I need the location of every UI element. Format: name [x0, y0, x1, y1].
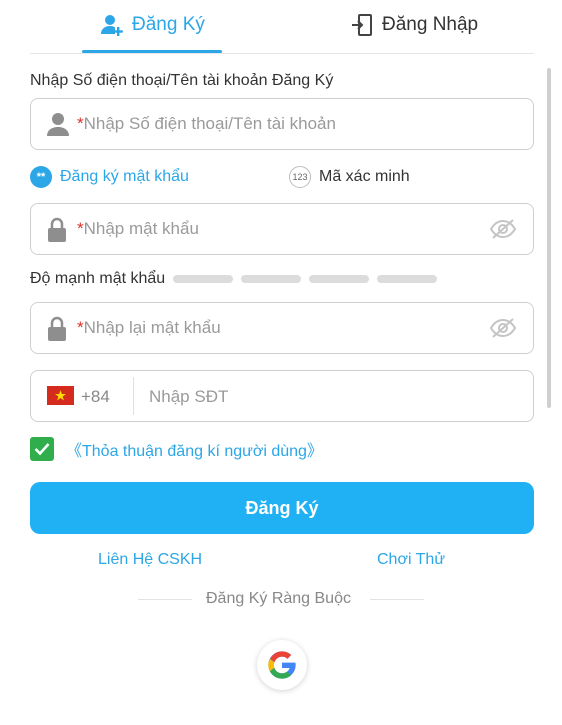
tab-login-label: Đăng Nhập	[382, 14, 479, 35]
radio-password-mode[interactable]: ** Đăng ký mật khẩu	[30, 166, 189, 188]
account-input[interactable]: *Nhập Số điện thoại/Tên tài khoản	[77, 114, 336, 134]
password-strength: Độ mạnh mật khẩu	[30, 269, 445, 289]
check-icon	[34, 443, 50, 456]
auth-tabs: Đăng Ký Đăng Nhập	[30, 0, 534, 54]
divider-left	[138, 599, 192, 600]
confirm-password-field[interactable]: *Nhập lại mật khẩu	[30, 302, 534, 354]
register-mode: ** Đăng ký mật khẩu 123 Mã xác minh	[30, 166, 534, 190]
tab-register[interactable]: Đăng Ký	[100, 8, 205, 42]
add-user-icon	[100, 13, 124, 37]
confirm-password-input[interactable]: *Nhập lại mật khẩu	[77, 318, 221, 338]
phone-input[interactable]: Nhập SĐT	[149, 387, 228, 407]
active-tab-indicator	[82, 50, 222, 53]
google-login-button[interactable]	[257, 640, 307, 690]
password-mode-icon: **	[30, 166, 52, 188]
strength-segment	[309, 275, 370, 283]
eye-off-icon[interactable]	[489, 218, 517, 240]
divider-right	[370, 599, 424, 600]
password-field[interactable]: *Nhập mật khẩu	[30, 203, 534, 255]
google-icon	[268, 651, 296, 679]
eye-off-icon[interactable]	[489, 317, 517, 339]
strength-segment	[241, 275, 302, 283]
lock-icon	[47, 217, 69, 243]
user-agreement-link[interactable]: 《Thỏa thuận đăng kí người dùng》	[66, 437, 323, 461]
register-button[interactable]: Đăng Ký	[30, 482, 534, 534]
bind-register-label: Đăng Ký Ràng Buộc	[206, 590, 351, 607]
agreement-row: 《Thỏa thuận đăng kí người dùng》	[30, 437, 323, 461]
radio-code-mode[interactable]: 123 Mã xác minh	[289, 166, 410, 188]
strength-segment	[377, 275, 438, 283]
account-label: Nhập Số điện thoại/Tên tài khoản Đăng Ký	[30, 72, 334, 89]
contact-support-link[interactable]: Liên Hệ CSKH	[98, 551, 202, 569]
strength-segment	[173, 275, 234, 283]
strength-label: Độ mạnh mật khẩu	[30, 270, 166, 287]
user-icon	[47, 112, 69, 138]
country-code[interactable]: +84	[81, 387, 110, 407]
divider	[133, 377, 134, 415]
tab-register-label: Đăng Ký	[132, 14, 205, 35]
agreement-checkbox[interactable]	[30, 437, 54, 461]
lock-icon	[47, 316, 69, 342]
phone-field[interactable]: +84 Nhập SĐT	[30, 370, 534, 422]
password-input[interactable]: *Nhập mật khẩu	[77, 219, 199, 239]
code-mode-icon: 123	[289, 166, 311, 188]
login-icon	[350, 13, 374, 37]
bind-register-section: Đăng Ký Ràng Buộc	[138, 590, 424, 610]
code-mode-label: Mã xác minh	[319, 168, 410, 185]
account-field[interactable]: *Nhập Số điện thoại/Tên tài khoản	[30, 98, 534, 150]
vietnam-flag-icon[interactable]	[47, 386, 74, 405]
tab-login[interactable]: Đăng Nhập	[350, 8, 478, 42]
play-trial-link[interactable]: Chơi Thử	[377, 551, 445, 569]
password-mode-label: Đăng ký mật khẩu	[60, 168, 189, 185]
scrollbar[interactable]	[547, 68, 551, 408]
